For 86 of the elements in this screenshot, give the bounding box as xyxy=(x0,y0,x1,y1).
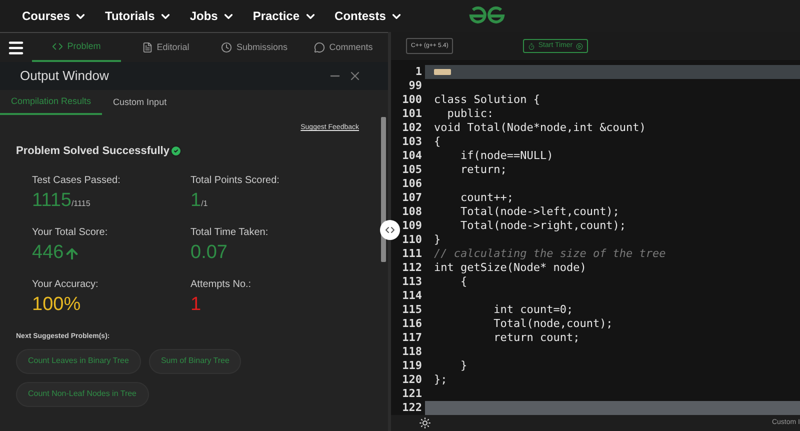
stat-label: Total Time Taken: xyxy=(190,226,270,240)
timer-icon xyxy=(528,42,536,50)
line-number: 102 xyxy=(401,121,423,135)
stat-label: Your Accuracy: xyxy=(32,278,100,292)
line-number: 109 xyxy=(401,219,423,233)
line-number: 108 xyxy=(401,205,423,219)
line-number: 103 xyxy=(401,135,423,149)
fold-marker[interactable] xyxy=(434,69,451,75)
stat-total: /1 xyxy=(201,198,208,210)
line-number: 122 xyxy=(401,401,423,415)
line-number: 1 xyxy=(414,65,423,79)
line-number: 111 xyxy=(401,247,423,261)
suggested-problem-chip[interactable]: Sum of Binary Tree xyxy=(148,348,242,374)
code-line: }; xyxy=(434,373,448,386)
menu-icon[interactable] xyxy=(7,38,25,56)
logo-icon xyxy=(468,6,506,26)
code-line: { xyxy=(434,135,441,148)
stat-label: Test Cases Passed: xyxy=(32,174,122,188)
code-line: if(node==NULL) xyxy=(459,149,554,162)
problem-tab[interactable]: Editorial xyxy=(121,33,210,62)
line-number: 119 xyxy=(401,359,423,373)
code-line: Total(node->right,count); xyxy=(459,219,626,232)
line-number: 106 xyxy=(401,177,423,191)
code-line: Total(node,count); xyxy=(492,317,613,330)
code-line: class Solution { xyxy=(434,93,540,106)
code-line: } xyxy=(459,359,468,372)
sun-icon[interactable] xyxy=(419,417,431,429)
problem-tab[interactable]: Submissions xyxy=(210,33,299,62)
problem-tab[interactable]: Comments xyxy=(299,33,388,62)
line-number: 118 xyxy=(401,345,423,359)
line-number: 101 xyxy=(401,107,423,121)
scrollbar-thumb[interactable] xyxy=(381,117,386,262)
nav-menu[interactable]: Contests xyxy=(334,7,403,25)
nav-menu[interactable]: Tutorials xyxy=(105,7,172,25)
document-icon xyxy=(142,42,153,53)
code-line: public: xyxy=(446,107,494,120)
code-line: // calculating the size of the tree xyxy=(434,247,666,260)
code-line: } xyxy=(434,233,441,246)
line-number: 115 xyxy=(401,303,423,317)
stat-value: 100% xyxy=(32,295,81,314)
stat-value: 446 xyxy=(32,243,64,262)
stat-value: 1115 xyxy=(32,191,72,210)
close-icon[interactable] xyxy=(348,69,362,83)
line-number: 114 xyxy=(401,289,423,303)
window-title: Output Window xyxy=(20,67,110,86)
line-number: 120 xyxy=(401,373,423,387)
line-number: 113 xyxy=(401,275,423,289)
code-line: int count=0; xyxy=(492,303,574,316)
line-number: 110 xyxy=(401,233,423,247)
play-icon xyxy=(576,42,583,50)
resize-arrows-icon xyxy=(384,224,396,236)
check-circle-icon xyxy=(170,144,182,157)
code-line: { xyxy=(459,275,468,288)
stat-label: Attempts No.: xyxy=(190,278,252,292)
nav-menu[interactable]: Courses xyxy=(22,7,88,25)
stat-total: /1115 xyxy=(71,198,90,210)
line-number: 104 xyxy=(401,149,423,163)
line-number: 100 xyxy=(401,93,423,107)
speech-bubble-icon xyxy=(314,42,326,53)
suggested-problem-chip[interactable]: Count Non-Leaf Nodes in Tree xyxy=(16,382,149,406)
code-icon xyxy=(52,41,64,52)
code-line: return; xyxy=(459,163,507,176)
status-message: Problem Solved Successfully xyxy=(16,144,170,158)
line-number: 117 xyxy=(401,331,423,345)
result-tab[interactable]: Compilation Results xyxy=(0,90,102,115)
line-number: 116 xyxy=(401,317,423,331)
suggested-problem-chip[interactable]: Count Leaves in Binary Tree xyxy=(16,348,141,374)
code-line: count++; xyxy=(459,191,514,204)
stat-label: Total Points Scored: xyxy=(190,174,280,188)
nav-menu[interactable]: Jobs xyxy=(190,7,235,25)
code-line: return count; xyxy=(492,331,580,344)
stat-value: 1 xyxy=(190,191,202,210)
nav-menu[interactable]: Practice xyxy=(252,7,317,25)
code-line: int getSize(Node* node) xyxy=(434,261,586,274)
line-number: 107 xyxy=(401,191,423,205)
stat-value: 1 xyxy=(190,295,202,314)
line-number: 112 xyxy=(401,261,423,275)
code-line: Total(node->left,count); xyxy=(459,205,620,218)
code-line: void Total(Node*node,int &count) xyxy=(434,121,646,134)
stat-value: 0.07 xyxy=(190,243,228,262)
line-number: 99 xyxy=(408,79,423,93)
clock-icon xyxy=(221,42,232,53)
line-number: 121 xyxy=(401,387,423,401)
stat-label: Your Total Score: xyxy=(32,226,109,240)
line-number: 105 xyxy=(401,163,423,177)
result-tab[interactable]: Custom Input xyxy=(102,90,178,115)
